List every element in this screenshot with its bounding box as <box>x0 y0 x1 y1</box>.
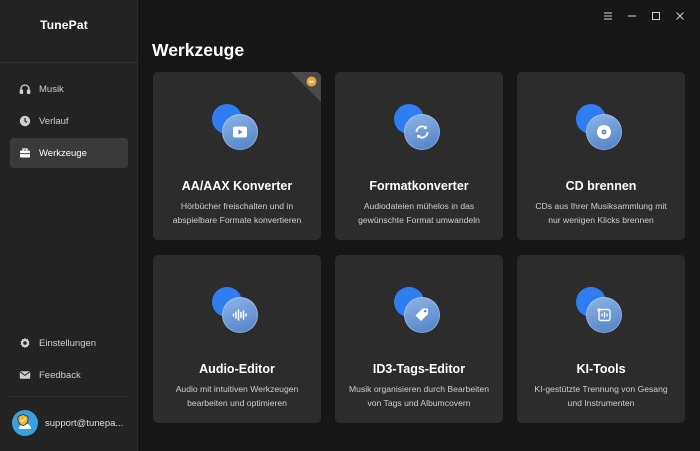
tool-card-description: CDs aus Ihrer Musiksammlung mit nur weni… <box>535 201 667 225</box>
gear-icon <box>19 337 31 349</box>
hamburger-icon <box>604 12 612 20</box>
user-email: support@tunepa... <box>45 417 124 429</box>
tool-icon <box>576 287 626 337</box>
shield-icon <box>17 414 29 426</box>
sidebar-item-verlauf[interactable]: Verlauf <box>10 106 128 136</box>
tool-card-description: Hörbücher freischalten und in abspielbar… <box>172 201 302 225</box>
sidebar-divider <box>10 396 128 397</box>
avatar <box>12 410 38 436</box>
sidebar-item-feedback[interactable]: Feedback <box>10 360 128 390</box>
tool-icon <box>576 104 626 154</box>
menu-button[interactable] <box>598 8 618 24</box>
clock-icon <box>19 115 31 127</box>
tool-card-title: AA/AAX Konverter <box>181 179 293 193</box>
tool-card-description: Audiodateien mühelos in das gewünschte F… <box>358 201 480 225</box>
sidebar: TunePat Musik Verlauf Werkzeuge Einstell… <box>0 0 138 451</box>
sidebar-item-einstellungen[interactable]: Einstellungen <box>10 328 128 358</box>
tool-icon <box>212 104 262 154</box>
disc-icon <box>597 125 611 139</box>
close-icon <box>676 12 684 20</box>
tool-icon <box>212 287 262 337</box>
mail-icon <box>19 369 31 381</box>
crown-badge-icon <box>291 72 321 102</box>
sidebar-item-label: Verlauf <box>39 115 69 127</box>
tag-icon <box>415 308 428 321</box>
tool-card-cd-burner[interactable]: CD brennen CDs aus Ihrer Musiksammlung m… <box>517 72 685 240</box>
tool-card-title: CD brennen <box>565 179 637 193</box>
refresh-icon <box>415 125 429 139</box>
sidebar-item-label: Einstellungen <box>39 337 97 349</box>
sidebar-item-label: Feedback <box>39 369 81 381</box>
headphones-icon <box>19 83 31 95</box>
tool-icon <box>394 104 444 154</box>
sidebar-item-label: Musik <box>39 83 64 95</box>
sidebar-item-musik[interactable]: Musik <box>10 74 128 104</box>
tool-card-id3-tags-editor[interactable]: ID3-Tags-Editor Musik organisieren durch… <box>335 255 503 423</box>
minimize-button[interactable] <box>622 8 642 24</box>
maximize-icon <box>652 12 660 20</box>
tool-card-description: KI-gestützte Trennung von Gesang und Ins… <box>534 384 668 408</box>
tool-card-description: Musik organisieren durch Bearbeiten von … <box>349 384 489 408</box>
minimize-icon <box>628 15 636 17</box>
toolbox-icon <box>19 147 31 159</box>
close-button[interactable] <box>670 8 690 24</box>
waveform-icon <box>232 309 247 321</box>
tool-card-audio-editor[interactable]: Audio-Editor Audio mit intuitiven Werkze… <box>153 255 321 423</box>
tool-card-description: Audio mit intuitiven Werkzeugen bearbeit… <box>175 384 299 408</box>
tool-card-title: Audio-Editor <box>199 362 275 376</box>
user-account[interactable]: support@tunepa... <box>12 408 132 438</box>
page-title: Werkzeuge <box>152 40 245 60</box>
tool-icon <box>394 287 444 337</box>
tool-card-format-converter[interactable]: Formatkonverter Audiodateien mühelos in … <box>335 72 503 240</box>
maximize-button[interactable] <box>646 8 666 24</box>
window-controls <box>598 8 690 24</box>
tool-card-title: KI-Tools <box>576 362 626 376</box>
tool-card-title: ID3-Tags-Editor <box>372 362 466 376</box>
sidebar-item-label: Werkzeuge <box>39 147 87 159</box>
app-title: TunePat <box>40 18 88 32</box>
ai-icon <box>597 308 611 322</box>
sidebar-item-werkzeuge[interactable]: Werkzeuge <box>10 138 128 168</box>
play-icon <box>233 126 247 138</box>
tool-card-aax-converter[interactable]: AA/AAX Konverter Hörbücher freischalten … <box>153 72 321 240</box>
tool-card-title: Formatkonverter <box>369 179 469 193</box>
sidebar-divider <box>0 62 138 63</box>
tool-card-ai-tools[interactable]: KI-Tools KI-gestützte Trennung von Gesan… <box>517 255 685 423</box>
